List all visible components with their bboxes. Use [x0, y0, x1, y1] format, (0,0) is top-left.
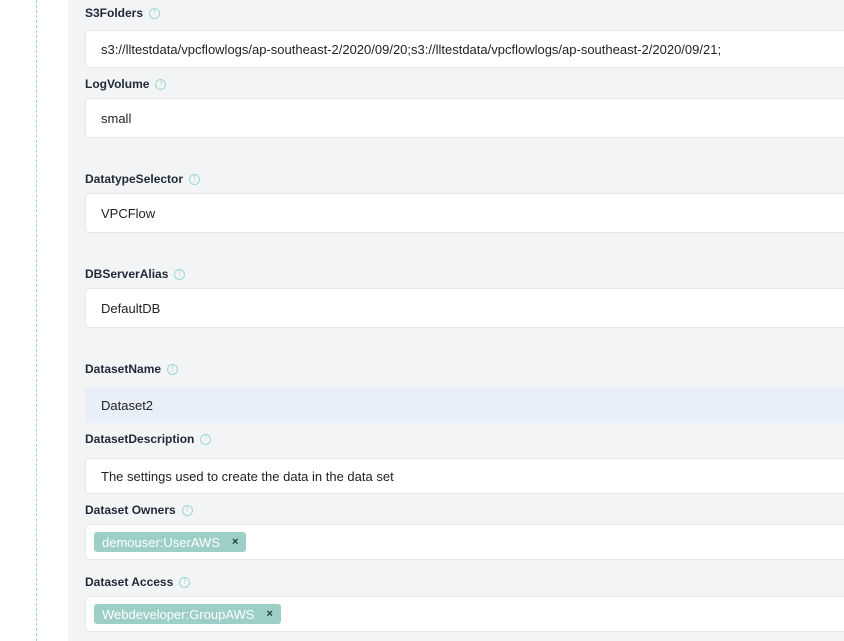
- close-icon[interactable]: ×: [232, 536, 238, 548]
- dbserveralias-label-text: DBServerAlias: [85, 267, 169, 281]
- dbserveralias-label: DBServerAlias !: [85, 267, 186, 281]
- logvolume-label-text: LogVolume: [85, 77, 150, 91]
- datasetname-field[interactable]: Dataset2: [85, 387, 844, 423]
- info-icon[interactable]: !: [181, 504, 193, 516]
- s3folders-label-text: S3Folders: [85, 6, 144, 20]
- datasetowners-label: Dataset Owners !: [85, 503, 193, 517]
- info-icon[interactable]: !: [149, 7, 161, 19]
- info-icon[interactable]: !: [200, 433, 212, 445]
- logvolume-value: small: [101, 110, 132, 126]
- datasetdescription-value: The settings used to create the data in …: [101, 468, 394, 484]
- datasetowners-field[interactable]: demouser:UserAWS ×: [85, 524, 844, 560]
- s3folders-field[interactable]: s3://lltestdata/vpcflowlogs/ap-southeast…: [85, 30, 844, 68]
- info-icon[interactable]: !: [167, 363, 179, 375]
- datasetname-label-text: DatasetName: [85, 362, 162, 376]
- dbserveralias-value: DefaultDB: [101, 300, 161, 316]
- datasetdescription-label: DatasetDescription !: [85, 432, 212, 446]
- datasetname-value: Dataset2: [101, 397, 154, 413]
- dbserveralias-field[interactable]: DefaultDB: [85, 288, 844, 328]
- info-icon[interactable]: !: [189, 173, 201, 185]
- access-tag: Webdeveloper:GroupAWS ×: [94, 604, 281, 624]
- datasetname-label: DatasetName !: [85, 362, 179, 376]
- datasetowners-label-text: Dataset Owners: [85, 503, 176, 517]
- datatypeselector-value: VPCFlow: [101, 205, 156, 221]
- datatypeselector-field[interactable]: VPCFlow: [85, 193, 844, 233]
- owner-tag-label: demouser:UserAWS: [102, 534, 220, 550]
- datatypeselector-label-text: DatatypeSelector: [85, 172, 184, 186]
- datasetaccess-label: Dataset Access !: [85, 575, 191, 589]
- s3folders-value: s3://lltestdata/vpcflowlogs/ap-southeast…: [101, 41, 722, 57]
- datasetdescription-field[interactable]: The settings used to create the data in …: [85, 458, 844, 494]
- datasetdescription-label-text: DatasetDescription: [85, 432, 195, 446]
- owner-tag: demouser:UserAWS ×: [94, 532, 247, 552]
- datasetaccess-field[interactable]: Webdeveloper:GroupAWS ×: [85, 596, 844, 632]
- s3folders-label: S3Folders !: [85, 6, 161, 20]
- access-tag-label: Webdeveloper:GroupAWS: [102, 606, 255, 622]
- close-icon[interactable]: ×: [266, 608, 272, 620]
- logvolume-field[interactable]: small: [85, 98, 844, 138]
- datasetaccess-label-text: Dataset Access: [85, 575, 174, 589]
- info-icon[interactable]: !: [155, 78, 167, 90]
- left-rail: [0, 0, 37, 641]
- info-icon[interactable]: !: [179, 576, 191, 588]
- datatypeselector-label: DatatypeSelector !: [85, 172, 201, 186]
- logvolume-label: LogVolume !: [85, 77, 167, 91]
- info-icon[interactable]: !: [174, 268, 186, 280]
